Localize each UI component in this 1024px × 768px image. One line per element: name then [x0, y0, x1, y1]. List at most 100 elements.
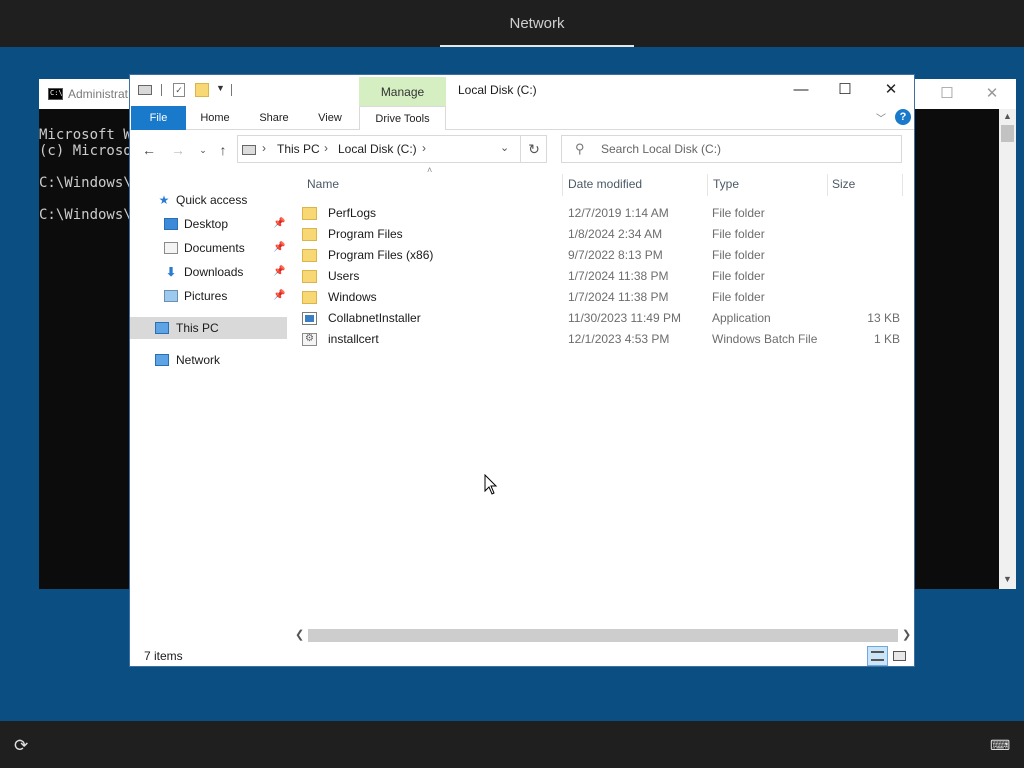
column-divider[interactable] — [707, 174, 708, 196]
keyboard-icon[interactable]: ⌨ — [990, 737, 1010, 753]
address-bar[interactable]: › This PC › Local Disk (C:) › ⌄ ↻ — [237, 135, 547, 163]
recent-locations-icon[interactable]: ⌄ — [193, 140, 213, 160]
batch-file-icon — [302, 333, 317, 346]
pin-icon[interactable]: 📌 — [273, 290, 285, 301]
tab-view[interactable]: View — [306, 106, 354, 130]
file-row[interactable]: PerfLogs 12/7/2019 1:14 AM File folder — [302, 203, 903, 224]
cmd-scrollbar[interactable]: ▲ ▼ — [999, 109, 1016, 589]
cmd-icon — [48, 88, 63, 100]
file-row[interactable]: Windows 1/7/2024 11:38 PM File folder — [302, 287, 903, 308]
nav-item-network[interactable]: Network — [130, 349, 287, 371]
tab-home[interactable]: Home — [190, 106, 240, 130]
column-header-type[interactable]: Type — [713, 170, 828, 198]
large-icons-view-icon — [893, 651, 906, 661]
file-type: File folder — [712, 206, 765, 220]
file-date: 1/8/2024 2:34 AM — [568, 227, 663, 241]
column-divider[interactable] — [562, 174, 563, 196]
ribbon-tabs: File Home Share View Drive Tools ﹀ — [130, 106, 914, 130]
back-arrow-icon[interactable]: ← — [139, 140, 159, 160]
column-divider[interactable] — [827, 174, 828, 196]
cmd-close-button[interactable]: ✕ — [979, 83, 1005, 105]
nav-item-quick-access[interactable]: ★ Quick access — [130, 189, 287, 211]
search-input[interactable] — [601, 140, 891, 158]
file-type: File folder — [712, 290, 765, 304]
cmd-line: Microsoft W — [39, 127, 132, 143]
file-row[interactable]: CollabnetInstaller 11/30/2023 11:49 PM A… — [302, 308, 903, 329]
breadcrumb-chevron-icon[interactable]: › — [262, 141, 266, 155]
file-type: File folder — [712, 269, 765, 283]
minimize-button[interactable]: — — [786, 79, 816, 101]
scroll-down-icon[interactable]: ▼ — [1003, 574, 1012, 584]
file-type: Application — [712, 311, 771, 325]
pin-icon[interactable]: 📌 — [273, 242, 285, 253]
search-box[interactable]: ⚲ — [561, 135, 902, 163]
nav-item-this-pc[interactable]: This PC — [130, 317, 287, 339]
network-icon — [155, 354, 169, 366]
file-date: 1/7/2024 11:38 PM — [568, 269, 669, 283]
pin-icon[interactable]: 📌 — [273, 218, 285, 229]
ease-of-access-icon[interactable]: ⟳ — [14, 736, 34, 756]
computer-icon — [155, 322, 169, 334]
nav-item-label: Desktop — [184, 217, 229, 231]
pictures-icon — [164, 290, 178, 302]
folder-icon — [302, 291, 317, 304]
large-icons-view-button[interactable] — [891, 647, 909, 665]
navigation-bar: ← → ⌄ ↑ › This PC › Local Disk (C:) › ⌄ … — [130, 132, 914, 168]
column-header-size[interactable]: Size — [832, 170, 902, 198]
scroll-thumb[interactable] — [1001, 125, 1014, 142]
details-view-icon — [871, 651, 884, 661]
scroll-left-icon[interactable]: ❮ — [295, 628, 304, 641]
file-size: 13 KB — [867, 311, 900, 325]
horizontal-scrollbar[interactable]: ❮ ❯ — [293, 627, 914, 644]
file-date: 11/30/2023 11:49 PM — [568, 311, 681, 325]
nav-item-documents[interactable]: Documents 📌 — [130, 237, 287, 259]
customize-qat-icon[interactable]: ▼ — [216, 83, 225, 93]
tab-file[interactable]: File — [131, 106, 186, 130]
scroll-thumb[interactable] — [308, 629, 898, 642]
refresh-icon[interactable]: ↻ — [520, 136, 547, 162]
search-icon: ⚲ — [575, 141, 585, 156]
nav-item-downloads[interactable]: ⬇ Downloads 📌 — [130, 261, 287, 283]
network-tab[interactable]: Network — [440, 0, 634, 47]
column-header-name[interactable]: Name — [307, 170, 562, 198]
address-dropdown-icon[interactable]: ⌄ — [500, 141, 509, 154]
cmd-line: C:\Windows\ — [39, 207, 132, 223]
pin-icon[interactable]: 📌 — [273, 266, 285, 277]
folder-icon — [302, 207, 317, 220]
separator — [231, 84, 232, 96]
breadcrumb-chevron-icon[interactable]: › — [324, 141, 328, 155]
forward-arrow-icon[interactable]: → — [168, 140, 188, 160]
help-icon[interactable]: ? — [895, 109, 911, 125]
application-icon — [302, 312, 317, 325]
up-arrow-icon[interactable]: ↑ — [213, 140, 233, 160]
cmd-maximize-button[interactable]: ☐ — [934, 83, 960, 105]
bottom-bar: ⟳ ⌨ — [0, 721, 1024, 768]
file-date: 12/7/2019 1:14 AM — [568, 206, 669, 220]
maximize-button[interactable]: ☐ — [830, 79, 860, 101]
breadcrumb-local-disk[interactable]: Local Disk (C:) — [338, 142, 417, 156]
properties-icon[interactable]: ✓ — [173, 83, 185, 97]
tab-drive-tools[interactable]: Drive Tools — [359, 106, 446, 130]
file-row[interactable]: Program Files 1/8/2024 2:34 AM File fold… — [302, 224, 903, 245]
nav-item-label: Pictures — [184, 289, 228, 303]
column-divider[interactable] — [902, 174, 903, 196]
expand-ribbon-icon[interactable]: ﹀ — [876, 110, 886, 125]
file-explorer-window[interactable]: ✓ ▼ Manage Local Disk (C:) — ☐ ✕ File Ho… — [129, 74, 915, 667]
nav-item-pictures[interactable]: Pictures 📌 — [130, 285, 287, 307]
file-row[interactable]: installcert 12/1/2023 4:53 PM Windows Ba… — [302, 329, 903, 350]
file-row[interactable]: Users 1/7/2024 11:38 PM File folder — [302, 266, 903, 287]
nav-item-label: Downloads — [184, 265, 244, 279]
breadcrumb-chevron-icon[interactable]: › — [422, 141, 426, 155]
scroll-up-icon[interactable]: ▲ — [1003, 111, 1012, 121]
close-button[interactable]: ✕ — [876, 79, 906, 101]
file-row[interactable]: Program Files (x86) 9/7/2022 8:13 PM Fil… — [302, 245, 903, 266]
details-view-button[interactable] — [867, 646, 888, 666]
tab-share[interactable]: Share — [249, 106, 299, 130]
nav-item-desktop[interactable]: Desktop 📌 — [130, 213, 287, 235]
desktop-icon — [164, 218, 178, 230]
breadcrumb-this-pc[interactable]: This PC — [277, 142, 320, 156]
new-folder-icon[interactable] — [195, 83, 209, 97]
column-header-date[interactable]: Date modified — [568, 170, 707, 198]
scroll-right-icon[interactable]: ❯ — [902, 628, 911, 641]
title-bar[interactable]: ✓ ▼ Manage Local Disk (C:) — ☐ ✕ — [130, 75, 914, 106]
